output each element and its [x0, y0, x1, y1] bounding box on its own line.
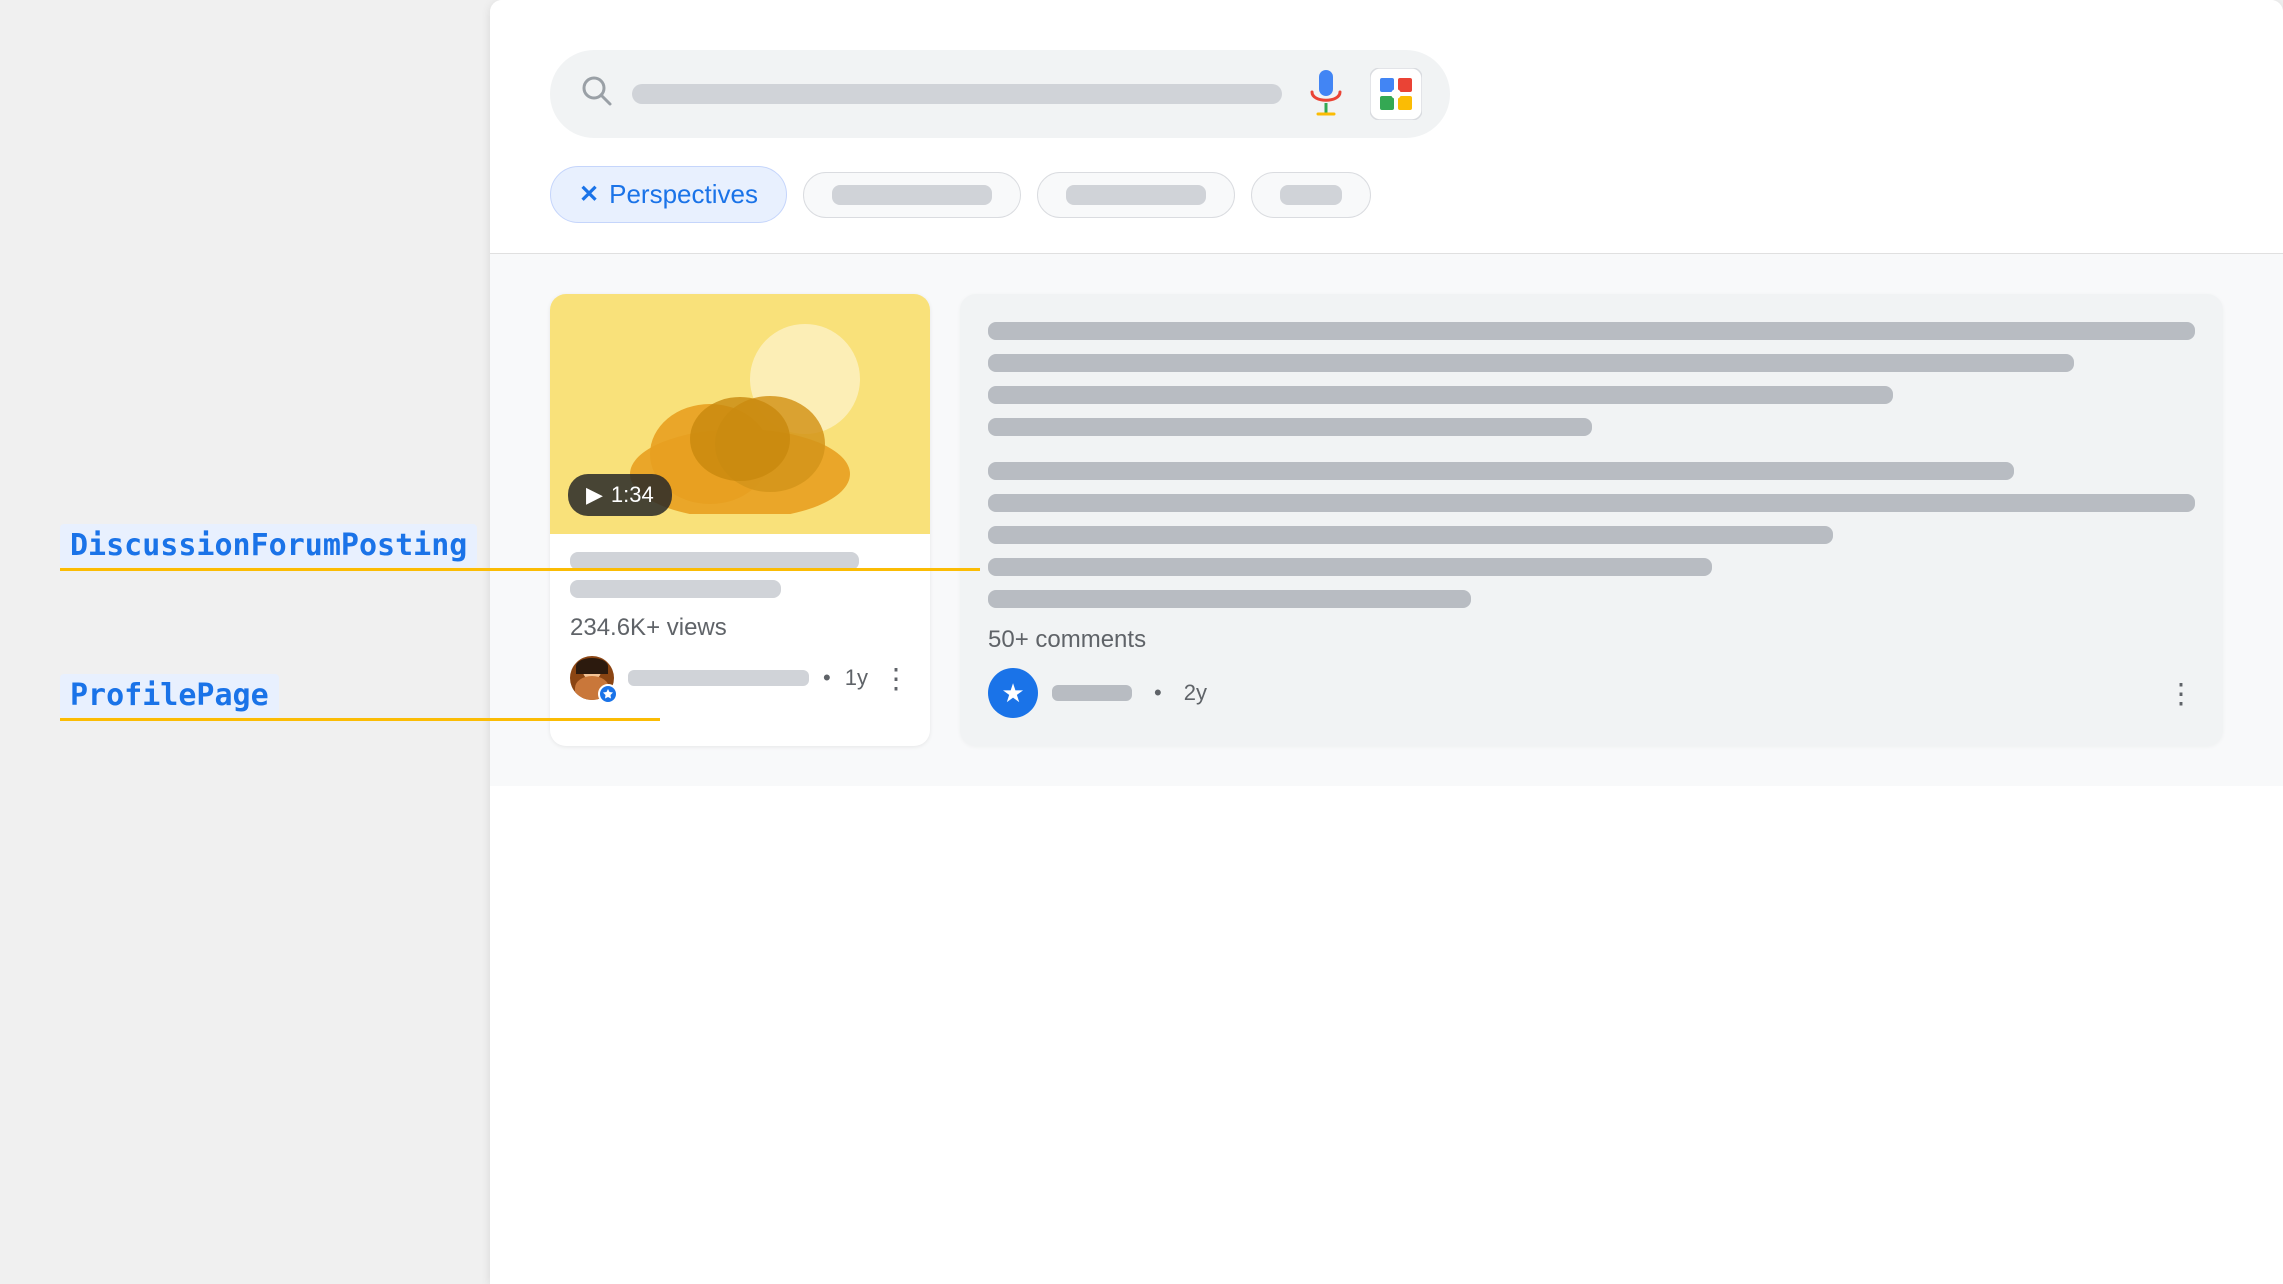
article-line-2 [988, 354, 2074, 372]
chip-2-placeholder [832, 185, 992, 205]
article-spacer-1 [988, 450, 2195, 462]
article-card: 50+ comments ★ • 2y ⋮ [960, 294, 2223, 746]
video-card: ▶ 1:34 234.6K+ views [550, 294, 930, 746]
search-section: ✕ Perspectives [490, 0, 2283, 254]
video-author-row: • 1y ⋮ [570, 656, 910, 700]
page-wrapper: DiscussionForumPosting ProfilePage [0, 0, 2283, 1284]
article-dot: • [1154, 680, 1162, 706]
article-line-9 [988, 590, 1471, 608]
discussion-line [60, 568, 980, 571]
search-icon [578, 72, 614, 117]
search-actions [1300, 68, 1422, 120]
close-icon[interactable]: ✕ [579, 180, 599, 209]
search-bar[interactable] [550, 50, 1450, 138]
article-line-7 [988, 526, 1833, 544]
author-trust-badge [598, 684, 618, 704]
profile-line [60, 718, 660, 721]
article-author-name [1052, 685, 1132, 701]
article-line-8 [988, 558, 1712, 576]
chip-4-placeholder [1280, 185, 1342, 205]
star-icon: ★ [1001, 678, 1024, 709]
article-author-row: ★ • 2y ⋮ [988, 668, 2195, 718]
perspectives-chip[interactable]: ✕ Perspectives [550, 166, 787, 223]
video-meta: 234.6K+ views [550, 534, 930, 718]
article-line-3 [988, 386, 1893, 404]
lens-icon[interactable] [1370, 68, 1422, 120]
video-thumbnail[interactable]: ▶ 1:34 [550, 294, 930, 534]
browser-panel: ✕ Perspectives [490, 0, 2283, 1284]
search-placeholder [632, 84, 1282, 104]
chip-3-placeholder [1066, 185, 1206, 205]
article-line-4 [988, 418, 1592, 436]
author-avatar-wrapper[interactable] [570, 656, 614, 700]
article-more-button[interactable]: ⋮ [2167, 677, 2195, 710]
author-name [628, 670, 809, 686]
comment-count: 50+ comments [988, 626, 2195, 654]
article-author-avatar[interactable]: ★ [988, 668, 1038, 718]
discussion-label: DiscussionForumPosting [60, 524, 477, 567]
filter-chip-4[interactable] [1251, 172, 1371, 218]
video-title-line-2 [570, 580, 781, 598]
article-line-5 [988, 462, 2014, 480]
video-time-ago: 1y [845, 665, 868, 691]
article-line-6 [988, 494, 2195, 512]
results-section: ▶ 1:34 234.6K+ views [490, 254, 2283, 786]
filter-chip-2[interactable] [803, 172, 1021, 218]
perspectives-chip-label: Perspectives [609, 179, 758, 210]
view-count: 234.6K+ views [570, 614, 910, 642]
play-icon: ▶ [586, 482, 603, 508]
filter-chips-row: ✕ Perspectives [550, 166, 1371, 223]
article-line-1 [988, 322, 2195, 340]
play-badge[interactable]: ▶ 1:34 [568, 474, 672, 516]
mic-icon[interactable] [1300, 68, 1352, 120]
video-more-button[interactable]: ⋮ [882, 662, 910, 695]
filter-chip-3[interactable] [1037, 172, 1235, 218]
article-time-ago: 2y [1184, 680, 1207, 706]
video-duration: 1:34 [611, 482, 654, 508]
profile-label: ProfilePage [60, 674, 279, 717]
author-time: • [823, 665, 831, 691]
